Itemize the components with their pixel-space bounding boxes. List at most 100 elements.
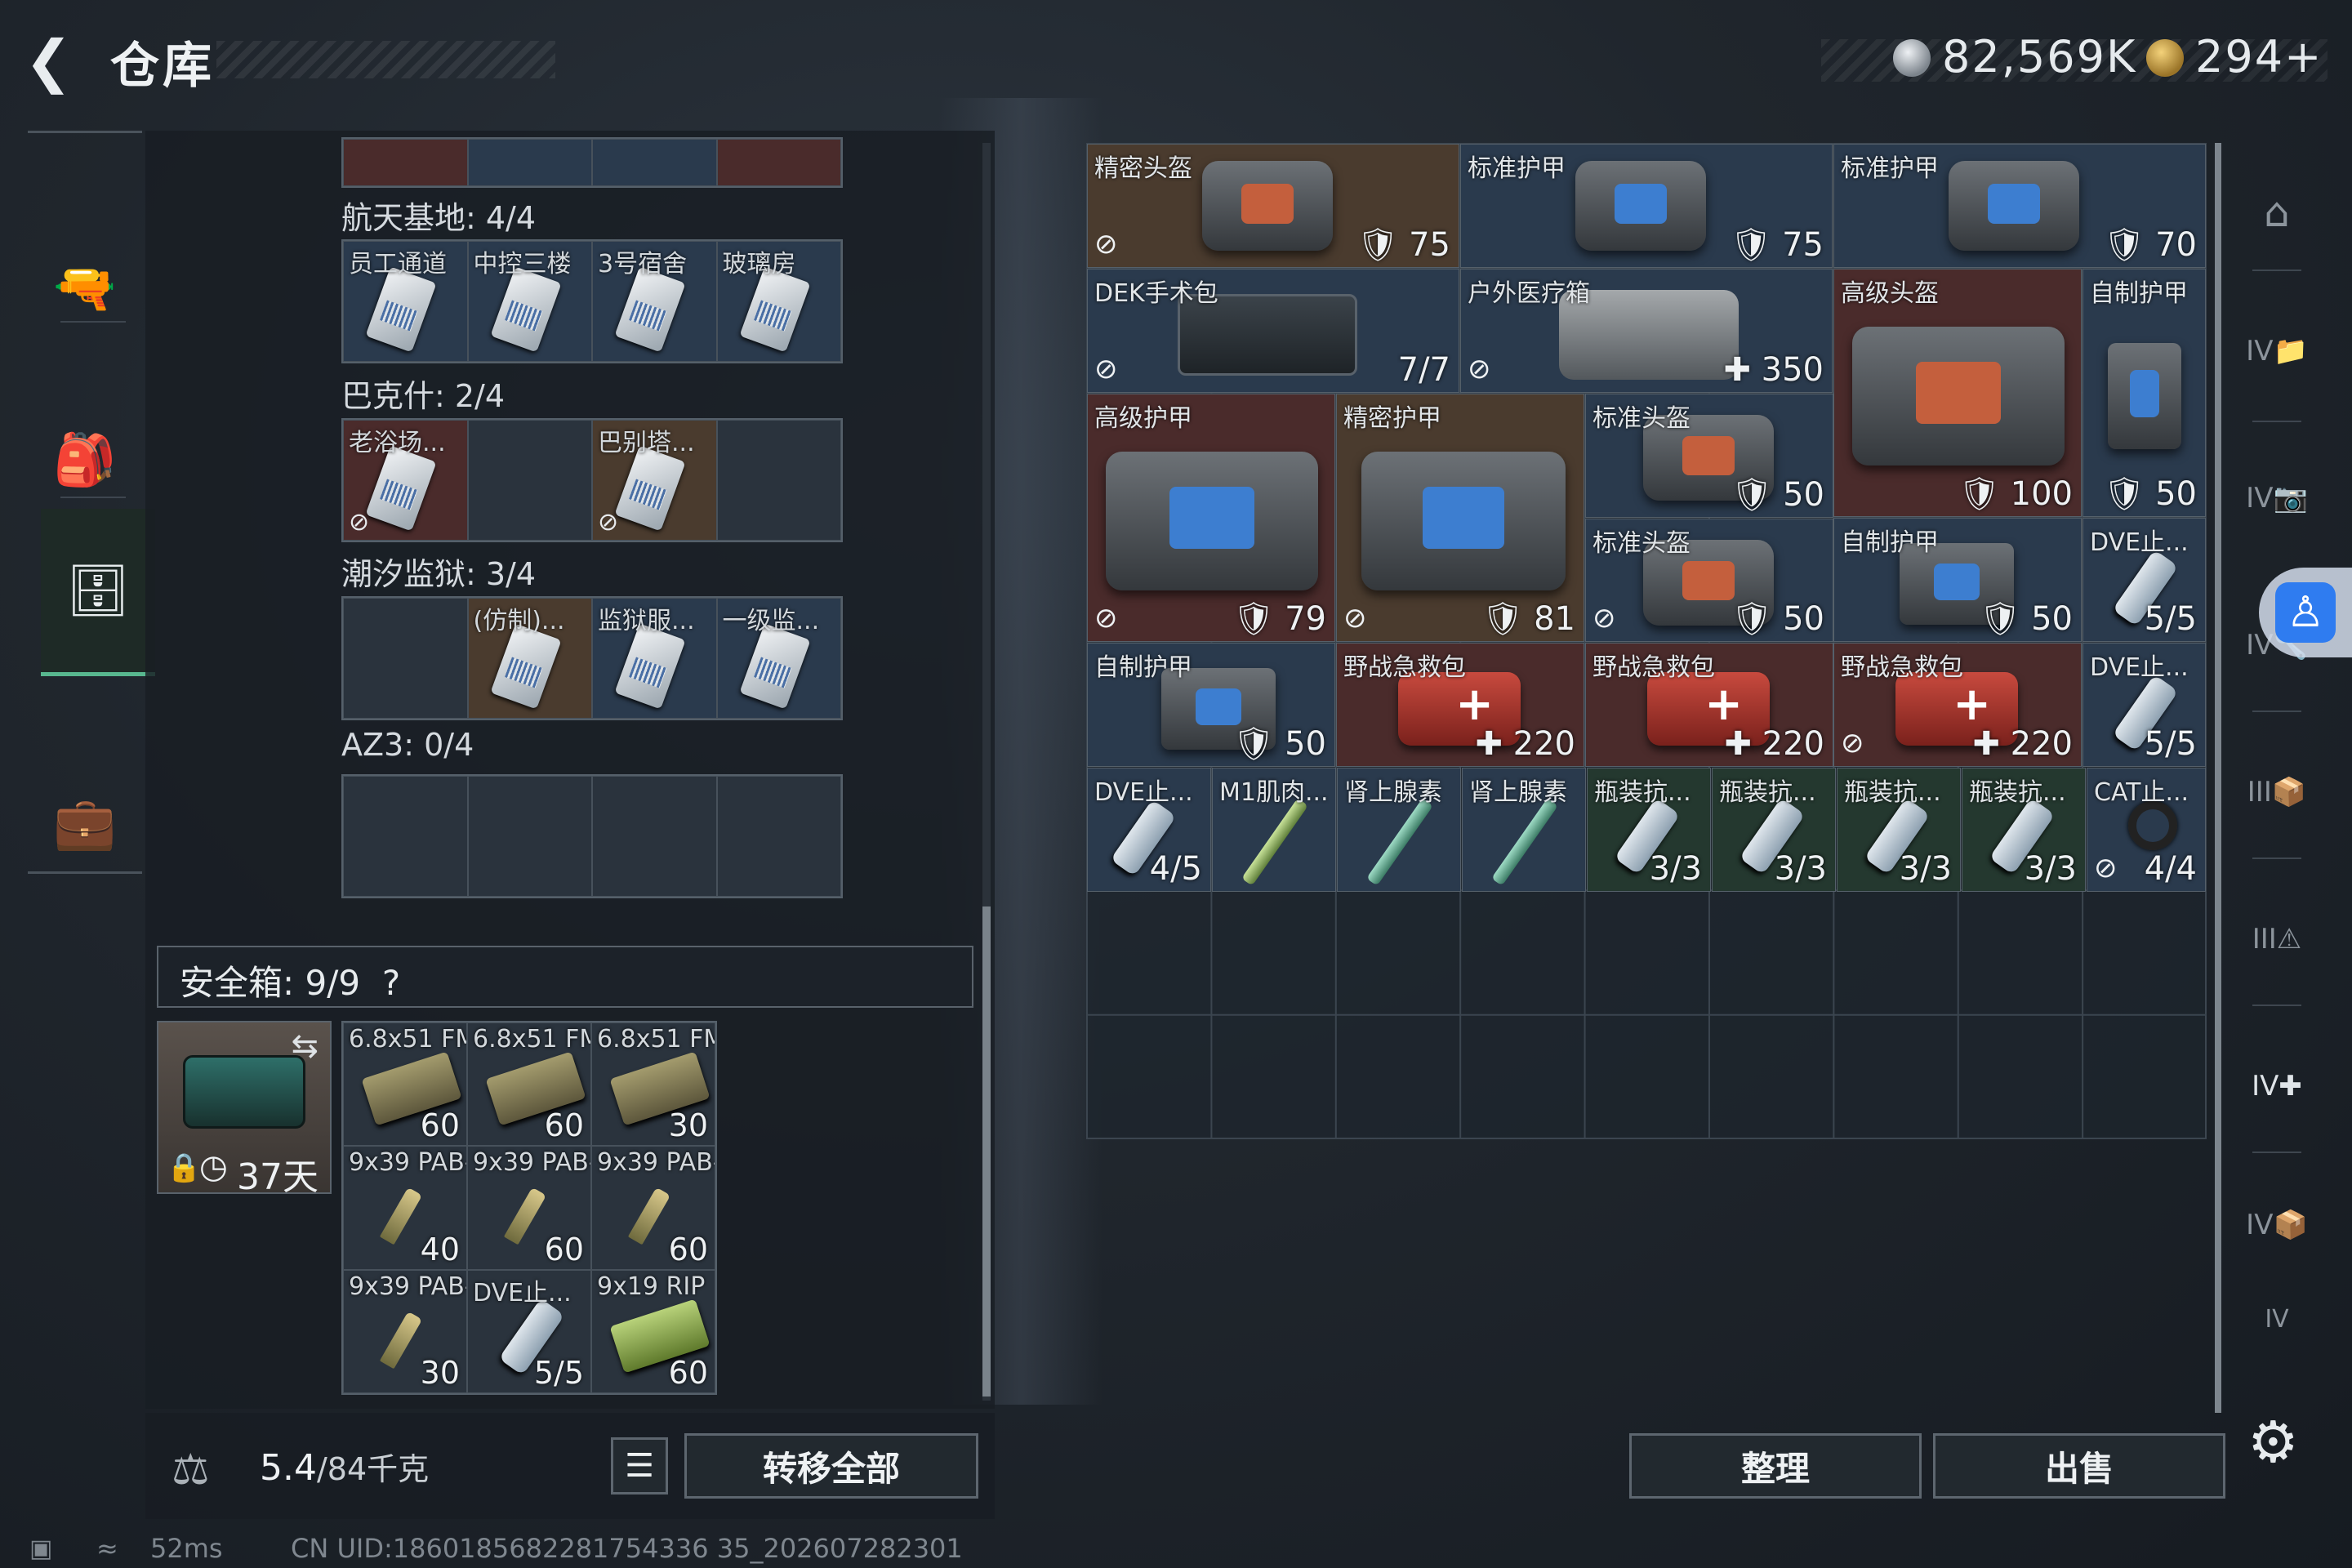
inventory-item[interactable]: 自制护甲 🛡 50	[1087, 643, 1335, 767]
inventory-item[interactable]: 精密头盔 ⊘ 🛡 75	[1087, 144, 1459, 268]
inventory-item[interactable]: 瓶装抗... 3/3	[1837, 768, 1961, 892]
bag-panel	[1196, 688, 1241, 725]
keycard-name: 3号宿舍	[598, 250, 688, 278]
item-name: 9x39 PAB-7	[473, 1148, 590, 1178]
safe-item[interactable]: 9x39 PAB-7 30	[343, 1269, 467, 1393]
nav-divider	[2252, 1152, 2301, 1153]
item-qty: 50	[2155, 475, 2197, 513]
safe-item[interactable]: 6.8x51 FMJ 30	[591, 1022, 715, 1147]
back-arrow-icon[interactable]: ❮	[24, 33, 82, 90]
item-name: 自制护甲	[2090, 279, 2188, 308]
safe-item[interactable]: 6.8x51 FMJ 60	[467, 1022, 591, 1147]
heal-value: ✚ 220	[1972, 725, 2073, 763]
inventory-item[interactable]: 高级头盔 🛡 100	[1833, 269, 2082, 517]
keycard-slot-empty[interactable]	[467, 420, 592, 541]
help-icon[interactable]: ?	[382, 963, 400, 1003]
keycard-slot[interactable]	[467, 139, 592, 186]
inventory-item[interactable]: 自制护甲 🛡 50	[2082, 269, 2206, 517]
settings-gear-icon[interactable]: ⚙	[2247, 1409, 2299, 1476]
lock-icon: 🔒	[167, 1152, 202, 1184]
inventory-item[interactable]: 标准头盔 🛡 50	[1585, 394, 1833, 518]
bullets-icon	[379, 1311, 423, 1369]
safe-item[interactable]: 9x39 PAB-7 60	[467, 1146, 591, 1270]
safe-item[interactable]: 9x19 RIP 60	[591, 1269, 715, 1393]
keycard-slot[interactable]: 中控三楼	[467, 241, 592, 362]
inventory-item[interactable]: 瓶装抗... 3/3	[1712, 768, 1836, 892]
accessibility-float[interactable]: ♙	[2259, 568, 2352, 657]
briefcase-icon[interactable]: 💼	[28, 742, 142, 905]
left-scrollbar-thumb[interactable]	[982, 906, 991, 1396]
inventory-item[interactable]: M1肌肉...	[1212, 768, 1336, 892]
item-name: 精密头盔	[1094, 154, 1192, 183]
inventory-item[interactable]: DVE止... 5/5	[2082, 518, 2206, 642]
safe-item[interactable]: DVE止... 5/5	[467, 1269, 591, 1393]
tier-iii-case-icon[interactable]: III ⚠	[2228, 890, 2326, 988]
item-qty: 100	[2010, 475, 2073, 513]
list-view-icon[interactable]: ☰	[611, 1437, 668, 1494]
storage-icon[interactable]: 🗄	[41, 509, 155, 676]
inventory-item[interactable]: 野战急救包 ✚ 220	[1336, 643, 1584, 767]
keycard-slot[interactable]: 员工通道	[343, 241, 468, 362]
armor-value: 🛡 75	[1730, 226, 1824, 264]
inventory-item[interactable]: 标准头盔 ⊘ 🛡 50	[1585, 519, 1833, 642]
inventory-item[interactable]: 自制护甲 🛡 50	[1833, 518, 2082, 642]
group-label-az3: AZ3: 0/4	[341, 727, 474, 763]
inventory-item[interactable]: CAT止... ⊘ 4/4	[2087, 768, 2206, 892]
keycard-slot-empty[interactable]	[467, 776, 592, 897]
gun-icon[interactable]: 🔫	[28, 207, 142, 370]
keycard-slot[interactable]: 3号宿舍	[592, 241, 717, 362]
tier-iv-partial-icon[interactable]: IV	[2228, 1298, 2326, 1339]
armor-bag-icon	[1575, 161, 1706, 251]
keycard-slot[interactable]: (仿制)...	[467, 598, 592, 719]
tier-iv-medical-icon[interactable]: IV ✚	[2228, 1037, 2326, 1135]
weight-display: 5.4/84千克	[260, 1444, 429, 1489]
inventory-item[interactable]: 肾上腺素	[1337, 768, 1461, 892]
inventory-item[interactable]: DVE止... 4/5	[1087, 768, 1211, 892]
keycard-slot-empty[interactable]	[716, 420, 841, 541]
inventory-item[interactable]: DEK手术包 ⊘ 7/7	[1087, 269, 1459, 393]
safe-item[interactable]: 9x39 PAB-9 40	[343, 1146, 467, 1270]
keycard-slot-empty[interactable]	[716, 776, 841, 897]
item-qty: 3/3	[1649, 850, 1702, 888]
inventory-item[interactable]: 高级护甲 ⊘ 🛡 79	[1087, 394, 1335, 642]
inventory-item[interactable]: 野战急救包 ⊘ ✚ 220	[1833, 643, 2082, 767]
keycard-slot-empty[interactable]	[592, 776, 717, 897]
keycard-slot-empty[interactable]	[343, 776, 468, 897]
keycard-slot[interactable]	[592, 139, 717, 186]
inventory-item[interactable]: 肾上腺素	[1462, 768, 1586, 892]
swap-icon[interactable]: ⇆	[291, 1027, 318, 1065]
inventory-item[interactable]: DVE止... 5/5	[2082, 643, 2206, 767]
item-qty: 50	[2031, 600, 2073, 638]
inventory-item[interactable]: 野战急救包 ✚ 220	[1585, 643, 1833, 767]
safe-item[interactable]: 6.8x51 FMJ 60	[343, 1022, 467, 1147]
keycard-slot[interactable]	[343, 139, 468, 186]
keycard-slot[interactable]: 玻璃房	[716, 241, 841, 362]
inventory-item[interactable]: 精密护甲 ⊘ 🛡 81	[1336, 394, 1584, 642]
currency-gold-amount[interactable]: 294+	[2195, 31, 2323, 82]
right-scrollbar-thumb[interactable]	[2215, 143, 2221, 1413]
sell-button[interactable]: 出售	[1933, 1433, 2225, 1499]
keycard-slot[interactable]: 一级监...	[716, 598, 841, 719]
keycard-slot[interactable]: 巴别塔... ⊘	[592, 420, 717, 541]
inventory-item[interactable]: 瓶装抗... 3/3	[1587, 768, 1711, 892]
sort-button[interactable]: 整理	[1629, 1433, 1922, 1499]
transfer-all-button[interactable]: 转移全部	[684, 1433, 978, 1499]
inventory-item[interactable]: 瓶装抗... 3/3	[1962, 768, 2086, 892]
inventory-item[interactable]: 标准护甲 🛡 75	[1460, 144, 1833, 268]
inventory-item[interactable]: 户外医疗箱 ⊘ ✚ 350	[1460, 269, 1833, 393]
keycard-slot-empty[interactable]	[343, 598, 468, 719]
safe-item[interactable]: 9x39 PAB-7 60	[591, 1146, 715, 1270]
keycard-name: 老浴场...	[349, 429, 446, 457]
tier-iii-box-icon[interactable]: III 📦	[2228, 743, 2326, 841]
syringe-icon	[1241, 798, 1308, 886]
tier-iv-camera-icon[interactable]: IV 📷	[2228, 449, 2326, 547]
tier-iv-ammo-icon[interactable]: IV 📦	[2228, 1176, 2326, 1274]
keycard-slot[interactable]: 监狱服...	[592, 598, 717, 719]
safe-box-label: 安全箱: 9/9 ?	[180, 956, 400, 1005]
home-icon[interactable]: ⌂	[2228, 163, 2326, 261]
keycard-slot[interactable]: 老浴场... ⊘	[343, 420, 468, 541]
accessibility-icon[interactable]: ♙	[2275, 582, 2336, 643]
keycard-slot[interactable]	[716, 139, 841, 186]
inventory-item[interactable]: 标准护甲 🛡 70	[1833, 144, 2206, 268]
tier-iv-folder-icon[interactable]: IV 📁	[2228, 302, 2326, 400]
